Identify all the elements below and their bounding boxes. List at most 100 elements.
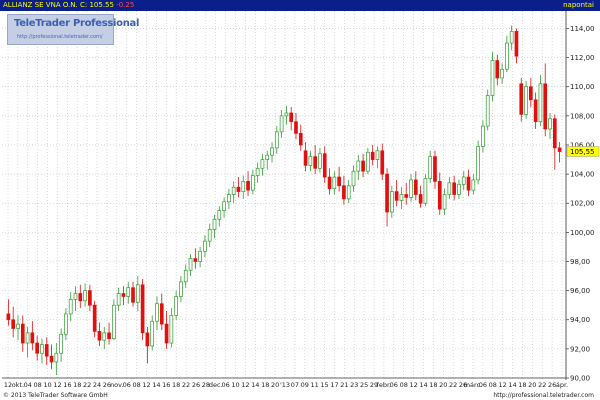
candle-up	[423, 178, 428, 204]
candle-up	[155, 303, 159, 322]
x-tick-label: 18	[429, 381, 437, 389]
candle-down	[97, 331, 102, 341]
candle-up	[116, 293, 121, 306]
candles-layer	[6, 25, 562, 376]
candle-down	[413, 179, 418, 195]
candle-up	[183, 269, 188, 283]
candle-down	[303, 150, 308, 166]
x-tick-label: 14	[508, 381, 516, 389]
candle-up	[270, 147, 274, 156]
x-tick-label: 12	[142, 381, 150, 389]
y-tick-label: 114,00	[570, 25, 595, 33]
x-tick-label: '13	[280, 381, 290, 389]
candle-down	[88, 290, 92, 306]
x-tick-label: 06	[390, 381, 398, 389]
candle-down	[418, 194, 423, 204]
candle-up	[126, 287, 131, 297]
candle-down	[543, 83, 548, 130]
logo-url: http://professional.teletrader.com/	[17, 34, 103, 40]
x-tick-label: 17	[330, 381, 338, 389]
candle-up	[375, 150, 380, 160]
y-tick-label: 112,00	[570, 54, 595, 62]
candle-down	[44, 344, 49, 357]
x-tick-label: 06	[123, 381, 131, 389]
x-tick-label: 07	[291, 381, 299, 389]
candle-up	[346, 185, 351, 200]
candle-up	[500, 68, 504, 79]
candle-down	[6, 313, 11, 321]
last-price-label: 105,55	[570, 148, 595, 156]
candle-up	[231, 186, 236, 195]
candle-up	[40, 344, 44, 354]
x-tick-label: 08	[489, 381, 497, 389]
candle-down	[289, 112, 294, 123]
candle-down	[404, 194, 409, 198]
candle-down	[552, 118, 557, 149]
candle-down	[370, 151, 375, 160]
candle-down	[140, 284, 145, 334]
candle-up	[399, 194, 404, 201]
candle-down	[519, 83, 524, 115]
candle-down	[337, 176, 341, 187]
candle-up	[241, 181, 246, 192]
candle-up	[524, 86, 528, 115]
x-tick-label: okt.	[12, 381, 24, 389]
y-tick-label: 110,00	[570, 83, 595, 91]
candle-up	[16, 323, 20, 329]
teletrader-logo: TeleTrader Professional http://professio…	[7, 14, 139, 45]
candle-down	[466, 176, 471, 191]
candle-down	[327, 176, 332, 190]
logo-title: TeleTrader Professional	[14, 18, 140, 29]
candle-down	[394, 191, 399, 201]
candle-up	[255, 167, 260, 176]
candle-down	[145, 332, 150, 347]
candle-down	[78, 293, 83, 302]
candle-up	[366, 151, 370, 172]
candle-down	[92, 304, 97, 332]
candle-up	[112, 304, 116, 340]
candle-down	[322, 153, 327, 178]
y-tick-label: 98,00	[570, 258, 590, 266]
candle-up	[284, 112, 289, 117]
candlestick-chart: 90,00 92,00 94,00 96,00 98,00 100,00 102,00 104…	[2, 11, 600, 389]
x-axis: 12 okt. 04 08 10 12 16 18 22 24 26nov.06 08 12 14 16 18…	[2, 377, 568, 389]
y-tick-label: 102,00	[570, 200, 595, 208]
candle-up	[198, 250, 202, 262]
candle-down	[342, 185, 346, 200]
x-tick-label: 20	[528, 381, 536, 389]
x-tick-label: 18	[73, 381, 81, 389]
candle-up	[83, 290, 87, 302]
candle-up	[212, 218, 217, 230]
x-tick-label: ápr.	[556, 381, 568, 389]
footer-copyright: © 2013 TeleTrader Software GmbH	[3, 392, 108, 399]
y-tick-label: 100,00	[570, 229, 595, 237]
candle-up	[447, 182, 452, 195]
data-source-label: napontai	[563, 1, 594, 9]
candle-up	[54, 352, 59, 363]
candle-up	[461, 176, 466, 185]
x-tick-label: 22	[83, 381, 91, 389]
candle-up	[318, 153, 322, 169]
candle-up	[308, 156, 313, 166]
candle-up	[59, 333, 63, 354]
candle-down	[385, 173, 389, 213]
x-tick-label: 09	[301, 381, 309, 389]
footer-url[interactable]: http://professional.teletrader.com	[493, 392, 594, 400]
x-tick-label: 16	[63, 381, 71, 389]
candle-up	[332, 176, 337, 190]
candle-up	[471, 179, 476, 191]
candle-up	[538, 83, 543, 123]
x-tick-label: 06	[479, 381, 487, 389]
candle-up	[274, 131, 279, 149]
candle-up	[260, 159, 265, 169]
y-tick-label: 94,00	[570, 316, 590, 324]
candle-up	[485, 95, 490, 127]
x-tick-label: 08	[400, 381, 408, 389]
y-tick-label: 96,00	[570, 287, 590, 295]
candle-up	[217, 210, 222, 220]
candle-up	[150, 320, 155, 347]
candle-down	[298, 132, 303, 146]
candle-up	[548, 118, 552, 130]
x-tick-label: 10	[231, 381, 239, 389]
candle-down	[452, 182, 456, 195]
